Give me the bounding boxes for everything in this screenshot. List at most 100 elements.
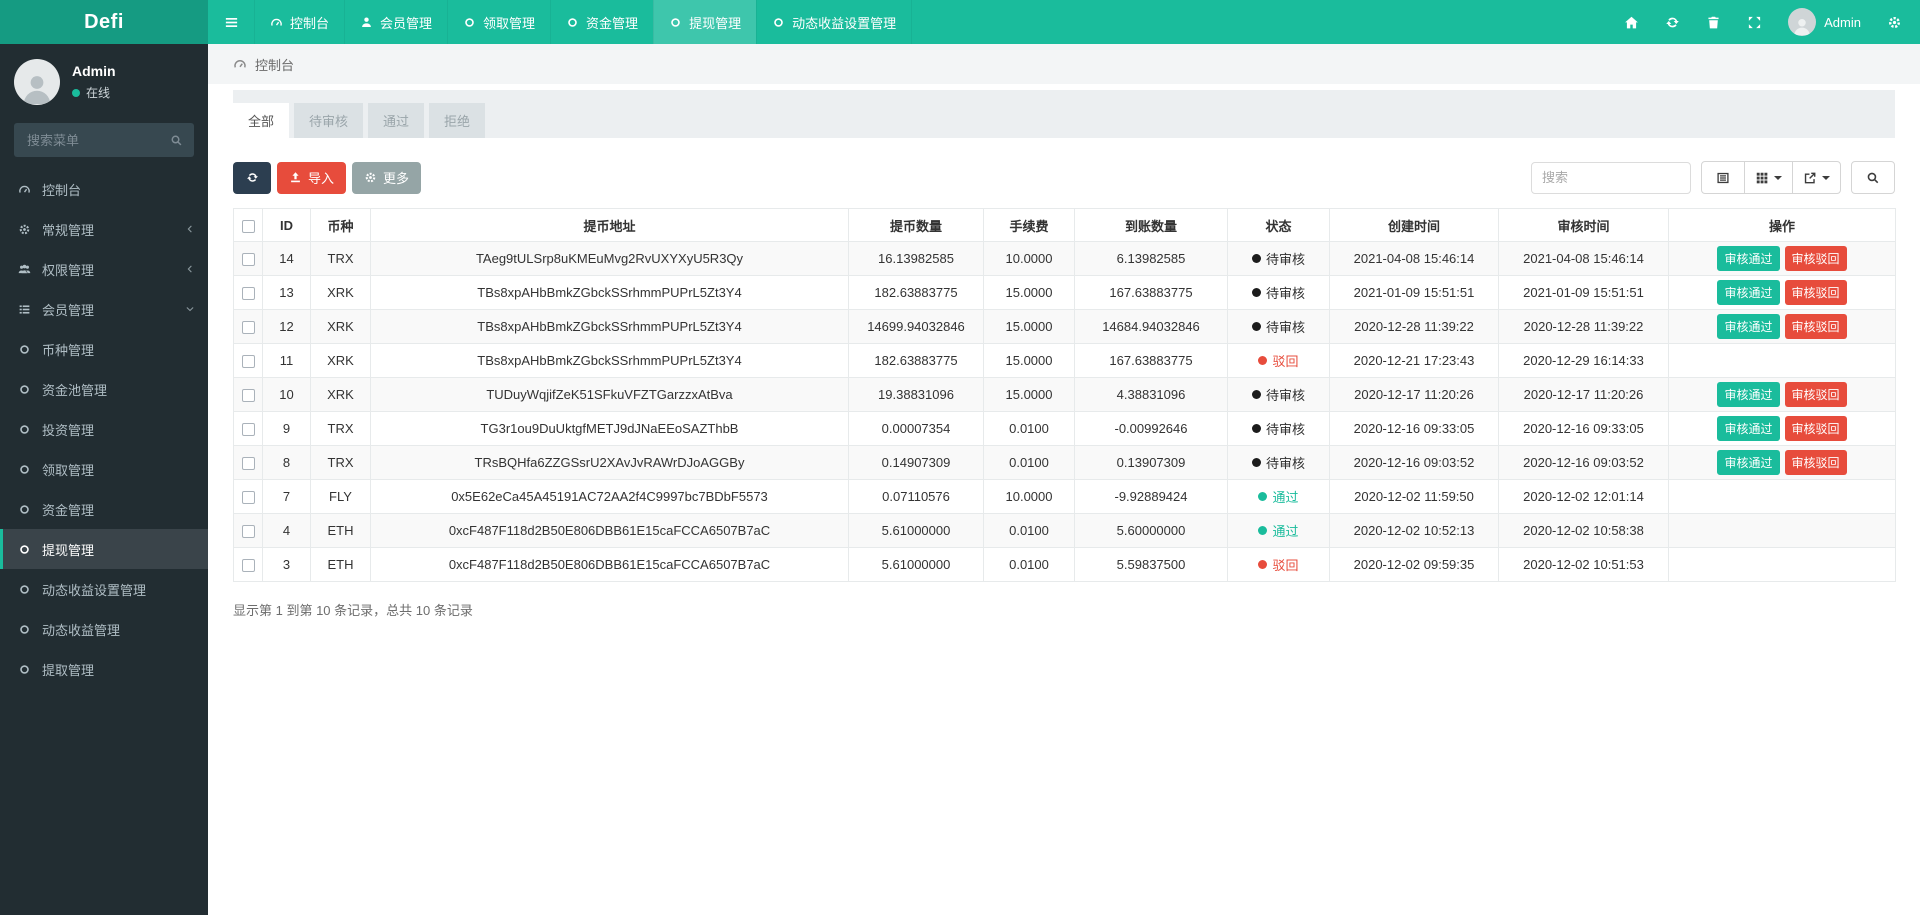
columns-icon bbox=[1755, 171, 1769, 185]
row-checkbox[interactable] bbox=[242, 389, 255, 402]
sidebar-item-label: 提现管理 bbox=[42, 540, 195, 559]
cell-fee: 15.0000 bbox=[984, 276, 1075, 310]
table-search-input[interactable] bbox=[1531, 162, 1691, 194]
row-checkbox[interactable] bbox=[242, 321, 255, 334]
columns-button[interactable] bbox=[1744, 161, 1793, 194]
approve-button[interactable]: 审核通过 bbox=[1717, 314, 1779, 339]
top-nav-item[interactable]: 会员管理 bbox=[344, 0, 447, 44]
top-nav-menu: 控制台 会员管理 领取管理 资金管理 提现管理 动态收益设置管理 bbox=[254, 0, 912, 44]
sidebar-item[interactable]: 动态收益设置管理 bbox=[0, 569, 208, 609]
sidebar-item[interactable]: 投资管理 bbox=[0, 409, 208, 449]
sidebar-item[interactable]: 会员管理 bbox=[0, 289, 208, 329]
search-icon[interactable] bbox=[170, 134, 183, 147]
top-nav-item[interactable]: 领取管理 bbox=[447, 0, 550, 44]
gears-icon[interactable] bbox=[1887, 15, 1902, 30]
status-tab[interactable]: 通过 bbox=[368, 103, 424, 138]
circle-icon bbox=[16, 583, 32, 596]
top-nav-item[interactable]: 控制台 bbox=[254, 0, 344, 44]
status-tab[interactable]: 拒绝 bbox=[429, 103, 485, 138]
reject-button[interactable]: 审核驳回 bbox=[1785, 382, 1847, 407]
row-checkbox[interactable] bbox=[242, 457, 255, 470]
top-nav-item[interactable]: 提现管理 bbox=[653, 0, 756, 44]
sidebar-item[interactable]: 提现管理 bbox=[0, 529, 208, 569]
top-nav-item[interactable]: 资金管理 bbox=[550, 0, 653, 44]
row-checkbox[interactable] bbox=[242, 355, 255, 368]
refresh-icon[interactable] bbox=[1665, 15, 1680, 30]
cell-id: 3 bbox=[263, 548, 311, 582]
reject-button[interactable]: 审核驳回 bbox=[1785, 246, 1847, 271]
more-button-label: 更多 bbox=[383, 168, 409, 187]
row-checkbox[interactable] bbox=[242, 559, 255, 572]
breadcrumb-label[interactable]: 控制台 bbox=[255, 55, 294, 74]
cell-fee: 0.0100 bbox=[984, 548, 1075, 582]
approve-button[interactable]: 审核通过 bbox=[1717, 450, 1779, 475]
row-actions: 审核通过 审核驳回 bbox=[1673, 450, 1891, 475]
row-checkbox[interactable] bbox=[242, 287, 255, 300]
sidebar-item[interactable]: 提取管理 bbox=[0, 649, 208, 689]
top-nav-item[interactable]: 动态收益设置管理 bbox=[756, 0, 912, 44]
column-header[interactable]: 操作 bbox=[1669, 209, 1896, 242]
sidebar-item-label: 常规管理 bbox=[42, 220, 175, 239]
status-tab[interactable]: 全部 bbox=[233, 103, 289, 138]
cell-fee: 15.0000 bbox=[984, 344, 1075, 378]
column-header[interactable]: 币种 bbox=[311, 209, 371, 242]
column-header[interactable]: 状态 bbox=[1228, 209, 1330, 242]
status-tab[interactable]: 待审核 bbox=[294, 103, 363, 138]
sidebar-item[interactable]: 常规管理 bbox=[0, 209, 208, 249]
sidebar-item[interactable]: 资金池管理 bbox=[0, 369, 208, 409]
column-header[interactable]: 提币地址 bbox=[371, 209, 849, 242]
navbar-user-menu[interactable]: Admin bbox=[1788, 8, 1861, 36]
upload-icon bbox=[289, 171, 302, 184]
reject-button[interactable]: 审核驳回 bbox=[1785, 450, 1847, 475]
approve-button[interactable]: 审核通过 bbox=[1717, 382, 1779, 407]
cell-audited: 2020-12-28 11:39:22 bbox=[1499, 310, 1669, 344]
more-button[interactable]: 更多 bbox=[352, 162, 421, 194]
sidebar-item[interactable]: 领取管理 bbox=[0, 449, 208, 489]
status-badge: 待审核 bbox=[1252, 317, 1305, 336]
reject-button[interactable]: 审核驳回 bbox=[1785, 416, 1847, 441]
column-header[interactable]: 到账数量 bbox=[1075, 209, 1228, 242]
approve-button[interactable]: 审核通过 bbox=[1717, 246, 1779, 271]
home-icon[interactable] bbox=[1624, 15, 1639, 30]
app-logo[interactable]: Defi bbox=[0, 0, 208, 44]
trash-icon[interactable] bbox=[1706, 15, 1721, 30]
sidebar-item[interactable]: 资金管理 bbox=[0, 489, 208, 529]
circle-icon bbox=[16, 503, 32, 516]
approve-button[interactable]: 审核通过 bbox=[1717, 280, 1779, 305]
reject-button[interactable]: 审核驳回 bbox=[1785, 314, 1847, 339]
row-checkbox[interactable] bbox=[242, 423, 255, 436]
sidebar-search-input[interactable] bbox=[25, 132, 170, 149]
import-button[interactable]: 导入 bbox=[277, 162, 346, 194]
select-all-checkbox[interactable] bbox=[242, 220, 255, 233]
sidebar-item[interactable]: 权限管理 bbox=[0, 249, 208, 289]
refresh-button[interactable] bbox=[233, 162, 271, 194]
search-button[interactable] bbox=[1851, 161, 1895, 194]
circle-icon bbox=[566, 16, 579, 29]
row-checkbox[interactable] bbox=[242, 525, 255, 538]
sidebar-item[interactable]: 控制台 bbox=[0, 169, 208, 209]
sidebar-toggle-button[interactable] bbox=[208, 0, 254, 44]
column-header[interactable]: 手续费 bbox=[984, 209, 1075, 242]
column-header[interactable]: 提币数量 bbox=[849, 209, 984, 242]
sidebar-item[interactable]: 动态收益管理 bbox=[0, 609, 208, 649]
nav-item-label: 资金管理 bbox=[586, 13, 638, 32]
column-header[interactable]: 审核时间 bbox=[1499, 209, 1669, 242]
paging-toggle-button[interactable] bbox=[1701, 161, 1745, 194]
cell-audited: 2020-12-02 10:51:53 bbox=[1499, 548, 1669, 582]
cell-audited: 2021-01-09 15:51:51 bbox=[1499, 276, 1669, 310]
row-actions: 审核通过 审核驳回 bbox=[1673, 280, 1891, 305]
column-header[interactable]: ID bbox=[263, 209, 311, 242]
row-checkbox[interactable] bbox=[242, 491, 255, 504]
sidebar-item[interactable]: 币种管理 bbox=[0, 329, 208, 369]
row-checkbox[interactable] bbox=[242, 253, 255, 266]
cell-id: 10 bbox=[263, 378, 311, 412]
expand-icon[interactable] bbox=[1747, 15, 1762, 30]
cell-audited: 2020-12-02 10:58:38 bbox=[1499, 514, 1669, 548]
status-label: 待审核 bbox=[1266, 453, 1305, 472]
status-badge: 待审核 bbox=[1252, 385, 1305, 404]
column-header[interactable]: 创建时间 bbox=[1330, 209, 1499, 242]
reject-button[interactable]: 审核驳回 bbox=[1785, 280, 1847, 305]
export-button[interactable] bbox=[1792, 161, 1841, 194]
list-icon bbox=[16, 303, 32, 316]
approve-button[interactable]: 审核通过 bbox=[1717, 416, 1779, 441]
